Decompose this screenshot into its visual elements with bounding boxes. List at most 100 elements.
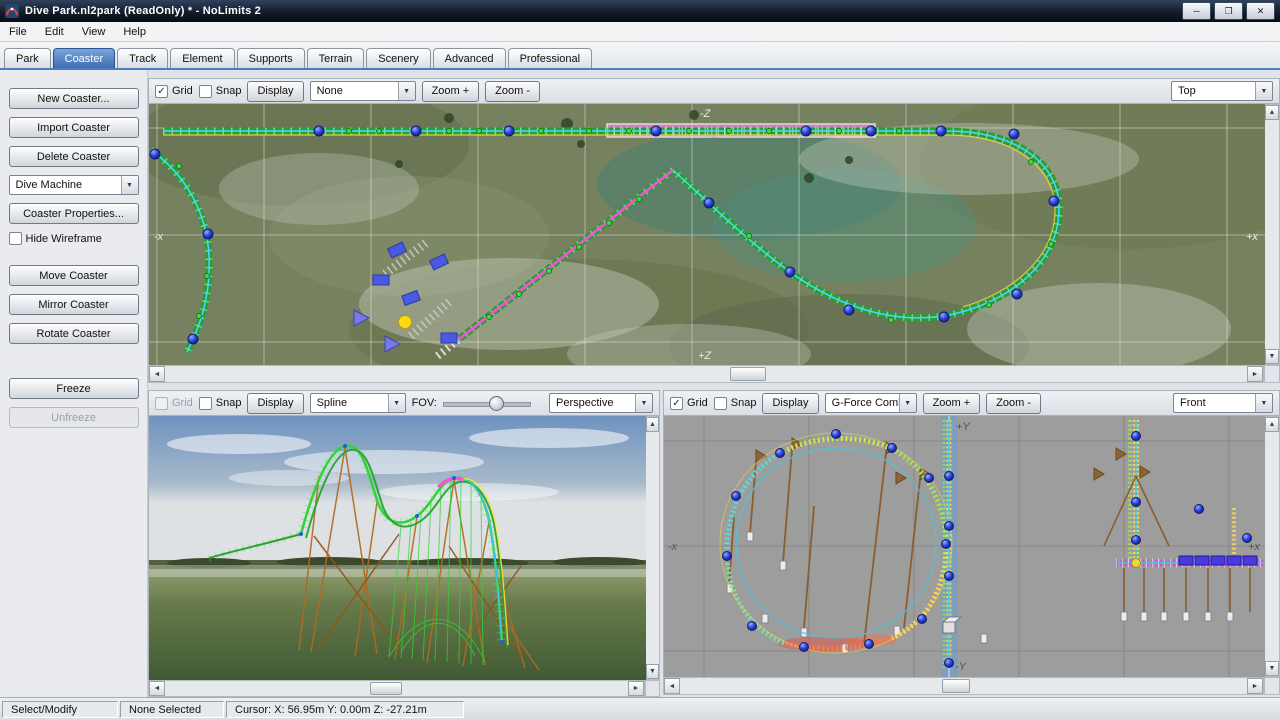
status-mode: Select/Modify <box>2 701 118 718</box>
scroll-left-arrow[interactable]: ◄ <box>149 366 165 382</box>
tab-scenery[interactable]: Scenery <box>366 48 430 68</box>
persp-view-value: Perspective <box>550 394 635 412</box>
scroll-down-arrow[interactable]: ▼ <box>646 664 659 679</box>
scrollbar-thumb[interactable] <box>730 367 766 381</box>
front-mode-select[interactable]: G-Force Comb ▼ <box>825 393 917 413</box>
tab-track[interactable]: Track <box>117 48 168 68</box>
scroll-up-arrow[interactable]: ▲ <box>646 417 659 432</box>
top-vertical-scrollbar[interactable]: ▲ ▼ <box>1264 104 1280 365</box>
scroll-up-arrow[interactable]: ▲ <box>1265 105 1279 120</box>
status-cursor: Cursor: X: 56.95m Y: 0.00m Z: -27.21m <box>226 701 464 718</box>
minimize-icon: ─ <box>1193 6 1199 16</box>
scroll-left-arrow[interactable]: ◄ <box>664 678 680 694</box>
perspective-toolbar: Grid Snap Display Spline ▼ FOV: Perspec <box>148 390 660 416</box>
scrollbar-corner <box>1264 365 1280 383</box>
perspective-canvas[interactable] <box>148 416 645 680</box>
hide-wireframe-checkbox[interactable] <box>9 232 22 245</box>
menu-file[interactable]: File <box>0 24 36 40</box>
rotate-coaster-button[interactable]: Rotate Coaster <box>9 323 139 344</box>
coaster-sidebar: New Coaster... Import Coaster Delete Coa… <box>0 70 148 697</box>
top-view-select[interactable]: Top ▼ <box>1171 81 1273 101</box>
persp-snap-label: Snap <box>216 397 242 409</box>
tab-terrain[interactable]: Terrain <box>307 48 365 68</box>
persp-grid-checkbox[interactable] <box>155 397 168 410</box>
menu-edit[interactable]: Edit <box>36 24 73 40</box>
minimize-button[interactable]: ─ <box>1182 2 1211 20</box>
scroll-right-arrow[interactable]: ► <box>1247 366 1263 382</box>
top-view-value: Top <box>1172 82 1255 100</box>
window-title: Dive Park.nl2park (ReadOnly) * - NoLimit… <box>25 5 261 17</box>
window-controls: ─ ❐ ✕ <box>1182 2 1275 20</box>
coaster-select[interactable]: Dive Machine ▼ <box>9 175 139 195</box>
tab-element[interactable]: Element <box>170 48 234 68</box>
front-zoom-out-button[interactable]: Zoom - <box>986 393 1041 414</box>
tab-advanced[interactable]: Advanced <box>433 48 506 68</box>
top-horizontal-scrollbar[interactable]: ◄ ► <box>148 365 1264 383</box>
persp-view-select[interactable]: Perspective ▼ <box>549 393 653 413</box>
persp-snap-checkbox[interactable] <box>199 397 212 410</box>
tab-supports[interactable]: Supports <box>237 48 305 68</box>
tab-coaster[interactable]: Coaster <box>53 48 116 68</box>
top-view-scene: -Z +Z -x +x <box>149 104 1265 365</box>
top-grid-checkbox[interactable]: ✓ <box>155 85 168 98</box>
top-snap-checkbox[interactable] <box>199 85 212 98</box>
front-vertical-scrollbar[interactable]: ▲ ▼ <box>1264 416 1280 677</box>
chevron-down-icon: ▼ <box>899 394 916 412</box>
front-display-button[interactable]: Display <box>762 393 818 414</box>
hide-wireframe-checkbox-group: Hide Wireframe <box>9 232 139 245</box>
freeze-button[interactable]: Freeze <box>9 378 139 399</box>
fov-slider[interactable] <box>443 394 531 412</box>
top-zoom-in-button[interactable]: Zoom + <box>422 81 480 102</box>
front-snap-checkbox[interactable] <box>714 397 727 410</box>
axis-label-minus-x: -x <box>668 541 678 553</box>
maximize-button[interactable]: ❐ <box>1214 2 1243 20</box>
close-button[interactable]: ✕ <box>1246 2 1275 20</box>
title-bar[interactable]: Dive Park.nl2park (ReadOnly) * - NoLimit… <box>0 0 1280 22</box>
menu-bar: File Edit View Help <box>0 22 1280 42</box>
front-snap-label: Snap <box>731 397 757 409</box>
train-cars[interactable] <box>1179 556 1257 565</box>
top-zoom-out-button[interactable]: Zoom - <box>485 81 540 102</box>
front-grid-group: ✓ Grid <box>670 397 708 410</box>
persp-vertical-scrollbar[interactable]: ▲ ▼ <box>645 416 660 680</box>
scroll-up-arrow[interactable]: ▲ <box>1265 417 1279 432</box>
front-grid-checkbox[interactable]: ✓ <box>670 397 683 410</box>
move-coaster-button[interactable]: Move Coaster <box>9 265 139 286</box>
nolimits2-window: Dive Park.nl2park (ReadOnly) * - NoLimit… <box>0 0 1280 720</box>
scrollbar-thumb[interactable] <box>370 682 402 695</box>
persp-horizontal-scrollbar[interactable]: ◄ ► <box>148 680 645 697</box>
scroll-down-arrow[interactable]: ▼ <box>1265 349 1279 364</box>
front-canvas[interactable]: +Y -Y -x +x <box>663 416 1264 677</box>
scroll-right-arrow[interactable]: ► <box>628 681 644 696</box>
scroll-left-arrow[interactable]: ◄ <box>149 681 165 696</box>
scrollbar-thumb[interactable] <box>942 679 970 693</box>
persp-mode-value: Spline <box>311 394 388 412</box>
front-view-select[interactable]: Front ▼ <box>1173 393 1273 413</box>
front-zoom-in-button[interactable]: Zoom + <box>923 393 981 414</box>
top-mode-select[interactable]: None ▼ <box>310 81 416 101</box>
top-snap-label: Snap <box>216 85 242 97</box>
tab-park[interactable]: Park <box>4 48 51 68</box>
top-display-button[interactable]: Display <box>247 81 303 102</box>
persp-mode-select[interactable]: Spline ▼ <box>310 393 406 413</box>
persp-display-button[interactable]: Display <box>247 393 303 414</box>
tab-professional[interactable]: Professional <box>508 48 593 68</box>
delete-coaster-button[interactable]: Delete Coaster <box>9 146 139 167</box>
menu-view[interactable]: View <box>73 24 115 40</box>
terrain <box>149 566 646 680</box>
workspace: New Coaster... Import Coaster Delete Coa… <box>0 70 1280 697</box>
menu-help[interactable]: Help <box>114 24 155 40</box>
fov-slider-thumb[interactable] <box>489 396 504 411</box>
front-horizontal-scrollbar[interactable]: ◄ ► <box>663 677 1264 695</box>
coaster-properties-button[interactable]: Coaster Properties... <box>9 203 139 224</box>
scroll-down-arrow[interactable]: ▼ <box>1265 661 1279 676</box>
top-view-canvas[interactable]: -Z +Z -x +x <box>148 104 1264 365</box>
chevron-down-icon: ▼ <box>635 394 652 412</box>
top-view-toolbar: ✓ Grid Snap Display None ▼ Zoom + Zoom -… <box>148 78 1280 104</box>
import-coaster-button[interactable]: Import Coaster <box>9 117 139 138</box>
tab-bar: Park Coaster Track Element Supports Terr… <box>0 42 1280 70</box>
front-mode-value: G-Force Comb <box>826 394 899 412</box>
mirror-coaster-button[interactable]: Mirror Coaster <box>9 294 139 315</box>
scroll-right-arrow[interactable]: ► <box>1247 678 1263 694</box>
new-coaster-button[interactable]: New Coaster... <box>9 88 139 109</box>
